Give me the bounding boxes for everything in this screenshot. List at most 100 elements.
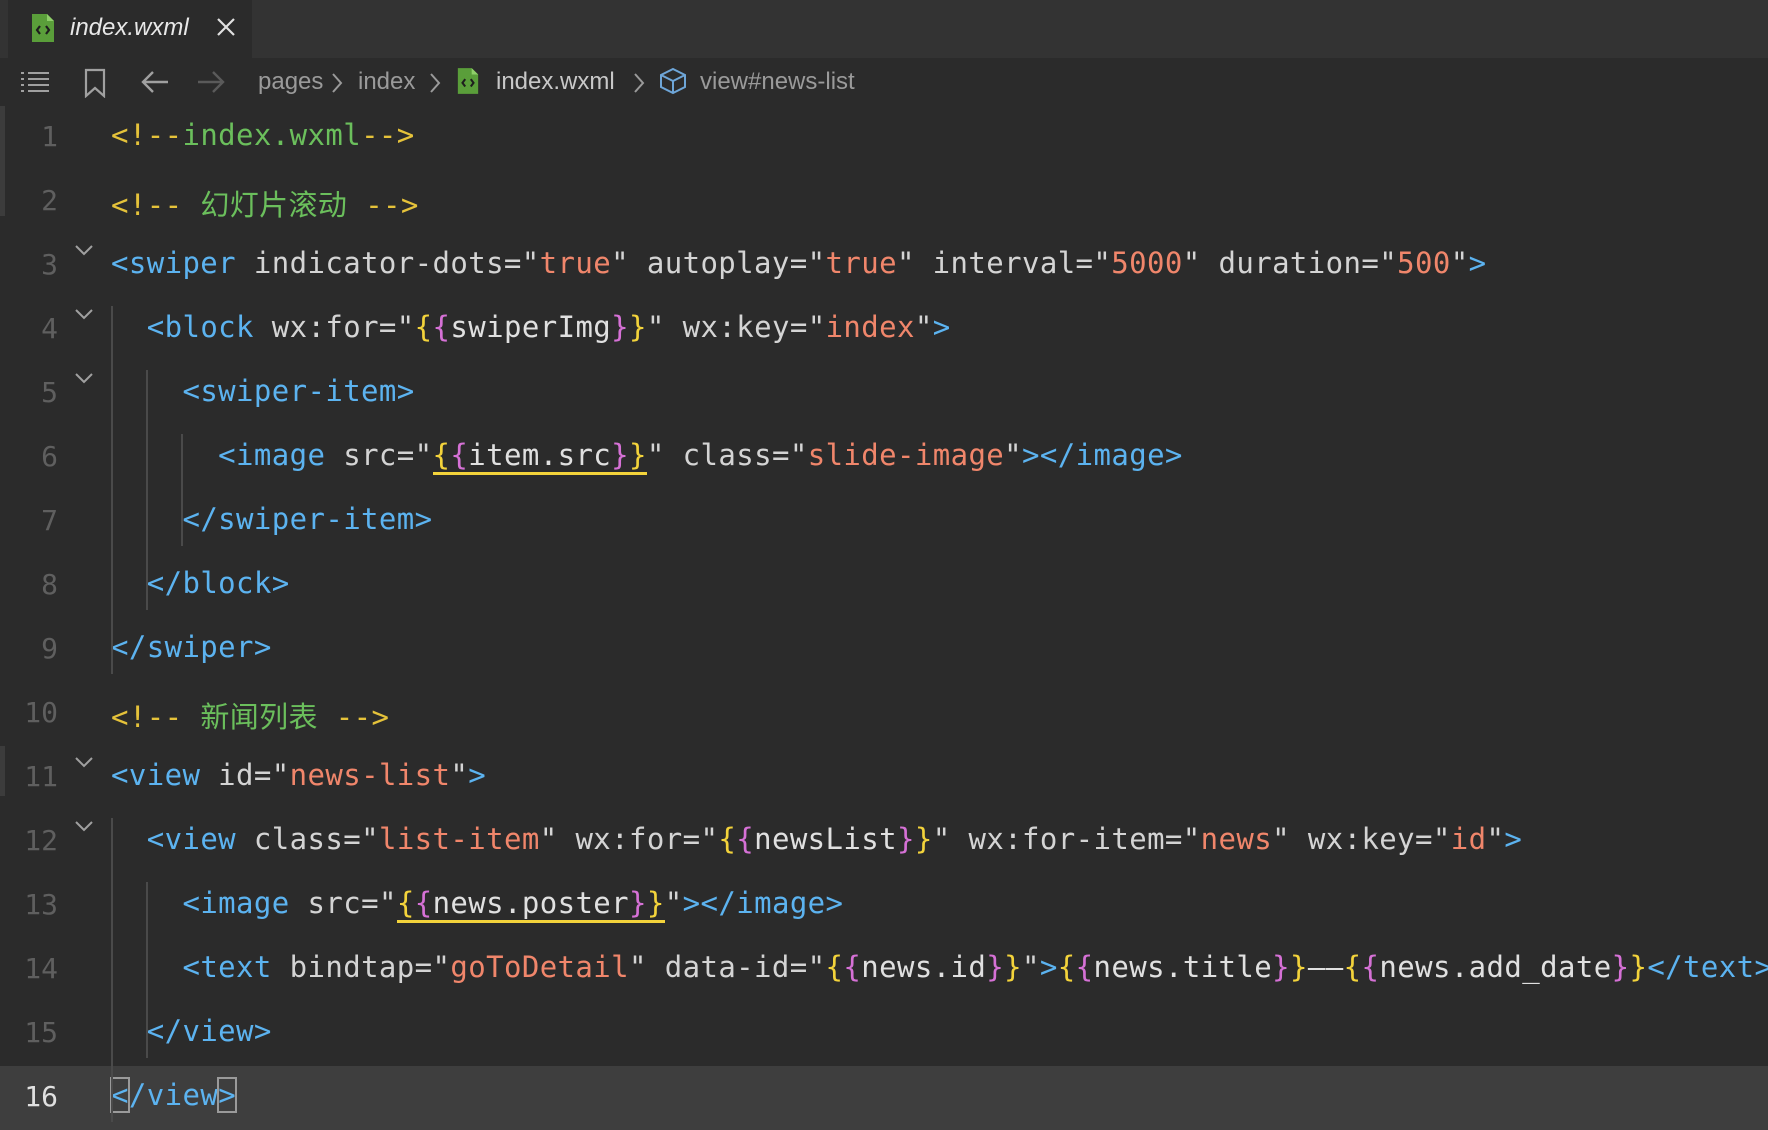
code-token: list-item xyxy=(378,822,540,856)
code-token: { xyxy=(396,886,415,923)
code-token: slide-image xyxy=(807,438,1005,472)
code-token: } xyxy=(1611,950,1630,984)
code-line[interactable]: 8 </block> xyxy=(0,554,1768,618)
code-token: <image xyxy=(218,438,326,472)
close-icon[interactable] xyxy=(215,16,237,42)
bookmark-icon[interactable] xyxy=(84,68,106,105)
code-token: > xyxy=(1039,950,1058,984)
code-token: " xyxy=(932,822,951,856)
code-line[interactable]: 3 <swiper indicator-dots="true" autoplay=… xyxy=(0,234,1768,298)
fold-chevron-down-icon[interactable] xyxy=(74,754,94,773)
line-number: 11 xyxy=(24,760,58,793)
code-token: " xyxy=(646,310,665,344)
code-token: " xyxy=(1432,822,1451,856)
code-token: true xyxy=(825,246,897,280)
code-token: id xyxy=(1450,822,1487,856)
code-line[interactable]: 6 <image src="{{item.src}}" class="slide… xyxy=(0,426,1768,490)
code-token: " xyxy=(789,438,808,472)
code-token: news.add_date xyxy=(1379,950,1612,984)
code-token: " xyxy=(664,886,683,920)
code-token: --> xyxy=(347,188,419,222)
code-token: " xyxy=(611,246,629,280)
code-text: <image src="{{item.src}}" class="slide-i… xyxy=(111,438,1183,475)
line-number: 6 xyxy=(41,440,58,473)
line-number: 14 xyxy=(24,952,58,985)
code-text: </swiper> xyxy=(111,630,272,664)
breadcrumb-item-pages[interactable]: pages xyxy=(258,68,323,96)
code-line[interactable]: 5 <swiper-item> xyxy=(0,362,1768,426)
code-token: " xyxy=(361,822,379,856)
code-line[interactable]: 1 <!--index.wxml--> xyxy=(0,106,1768,170)
code-token: " xyxy=(450,758,469,792)
code-token: " xyxy=(414,438,433,472)
breadcrumb-item-file[interactable]: index.wxml xyxy=(496,68,615,96)
code-token: { xyxy=(1361,950,1380,984)
indent-guide xyxy=(181,434,183,546)
breadcrumb-item-node[interactable]: view#news-list xyxy=(700,68,855,96)
code-line[interactable]: 4 <block wx:for="{{swiperImg}}" wx:key="… xyxy=(0,298,1768,362)
tab-label: index.wxml xyxy=(70,14,189,41)
code-text: <swiper indicator-dots="true" autoplay="… xyxy=(111,246,1486,280)
code-token: wx:for= xyxy=(253,310,397,344)
code-token: wx:for-item= xyxy=(950,822,1183,856)
fold-chevron-down-icon[interactable] xyxy=(74,306,94,325)
code-token: 幻灯片滚动 xyxy=(200,188,348,222)
code-token: --> xyxy=(317,700,390,734)
tab-index-wxml[interactable]: index.wxml xyxy=(8,0,252,58)
code-token: <block xyxy=(146,310,254,344)
code-editor[interactable]: 1 <!--index.wxml--> 2 <!-- 幻灯片滚动 --> 3 <swipe… xyxy=(0,106,1768,1130)
arrow-right-icon[interactable] xyxy=(196,68,226,103)
code-token: " xyxy=(378,886,397,920)
code-token: 5000 xyxy=(1111,246,1183,280)
code-token: " xyxy=(807,246,826,280)
code-token: } xyxy=(1272,950,1291,984)
code-token: " xyxy=(700,822,719,856)
code-token: { xyxy=(1075,950,1094,984)
code-token: { xyxy=(450,438,469,475)
fold-chevron-down-icon[interactable] xyxy=(74,818,94,837)
line-number: 12 xyxy=(24,824,58,857)
code-line[interactable]: 15 </view> xyxy=(0,1002,1768,1066)
code-token: <!-- xyxy=(111,188,201,222)
code-line[interactable]: 7 </swiper-item> xyxy=(0,490,1768,554)
code-token: /view xyxy=(128,1078,219,1112)
code-token: </block> xyxy=(146,566,290,600)
code-token: < xyxy=(110,1077,130,1113)
code-token: { xyxy=(843,950,862,984)
list-icon[interactable] xyxy=(20,68,50,103)
code-token: </swiper> xyxy=(111,630,272,664)
code-line[interactable]: 13 <image src="{{news.poster}}"></image> xyxy=(0,874,1768,938)
code-line[interactable]: 14 <text bindtap="goToDetail" data-id="{… xyxy=(0,938,1768,1002)
code-token: " xyxy=(539,822,558,856)
code-token: index xyxy=(825,310,915,344)
code-text: <view class="list-item" wx:for="{{newsLi… xyxy=(111,822,1522,856)
cube-icon xyxy=(658,67,688,102)
code-token: ></image> xyxy=(682,886,844,920)
code-token: } xyxy=(611,438,630,475)
fold-chevron-down-icon[interactable] xyxy=(74,370,94,389)
code-token: class= xyxy=(236,822,362,856)
code-token: wx:key= xyxy=(664,310,808,344)
fold-chevron-down-icon[interactable] xyxy=(74,242,94,261)
code-line[interactable]: 12 <view class="list-item" wx:for="{{new… xyxy=(0,810,1768,874)
code-token: " xyxy=(896,246,915,280)
chevron-right-icon xyxy=(428,72,442,101)
code-token: item.src xyxy=(468,438,612,475)
code-token: ></image> xyxy=(1022,438,1183,472)
indent-guide xyxy=(111,818,113,1122)
code-line[interactable]: 9 </swiper> xyxy=(0,618,1768,682)
code-token: src= xyxy=(325,438,415,472)
arrow-left-icon[interactable] xyxy=(140,68,170,103)
code-token: swiperImg xyxy=(450,310,612,344)
code-token: " xyxy=(1182,822,1201,856)
code-token: { xyxy=(825,950,844,984)
code-text: <swiper-item> xyxy=(111,374,415,408)
code-line[interactable]: 11 <view id="news-list"> xyxy=(0,746,1768,810)
code-line[interactable]: 2 <!-- 幻灯片滚动 --> xyxy=(0,170,1768,234)
code-token: " xyxy=(1379,246,1398,280)
code-line[interactable]: 10 <!-- 新闻列表 --> xyxy=(0,682,1768,746)
breadcrumb-item-index[interactable]: index xyxy=(358,68,415,96)
code-line[interactable]: 16 </view> xyxy=(0,1066,1768,1130)
